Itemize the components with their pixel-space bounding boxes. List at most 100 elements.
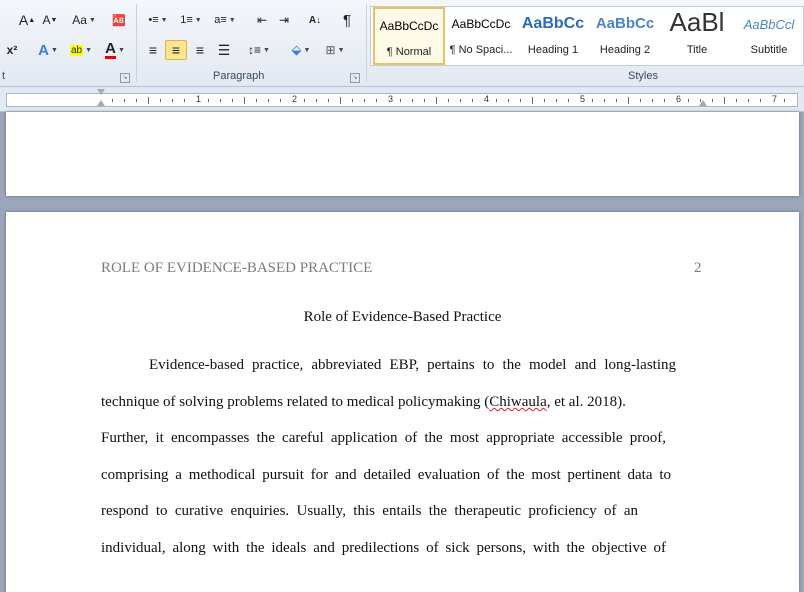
ruler-tick bbox=[616, 99, 617, 102]
numbering-button[interactable]: 1≡ ▼ bbox=[176, 10, 206, 30]
line-spacing-button[interactable]: ↕≡ ▼ bbox=[244, 40, 274, 60]
change-case-button[interactable]: Aa ▼ bbox=[70, 10, 98, 30]
clear-formatting-icon: 🆎 bbox=[112, 14, 126, 27]
font-color-icon: A bbox=[105, 39, 116, 59]
ruler-tick bbox=[520, 99, 521, 102]
ruler-tick bbox=[748, 99, 749, 102]
ruler-tick bbox=[220, 99, 221, 102]
ruler-tick bbox=[124, 99, 125, 102]
ruler-tick bbox=[652, 99, 653, 102]
ruler-tick bbox=[268, 99, 269, 102]
justify-icon: ☰ bbox=[217, 41, 231, 58]
first-line-indent-marker[interactable] bbox=[97, 89, 105, 95]
ruler-tick bbox=[160, 99, 161, 102]
ruler-tick bbox=[760, 99, 761, 102]
justify-button[interactable]: ☰ bbox=[213, 40, 235, 60]
styles-group-label: Styles bbox=[628, 70, 658, 82]
running-head: ROLE OF EVIDENCE-BASED PRACTICE bbox=[101, 260, 373, 276]
ruler-number: 6 bbox=[676, 94, 682, 104]
document-title: Role of Evidence-Based Practice bbox=[303, 309, 502, 325]
ruler-bar: 1 2 3 4 5 6 7 bbox=[0, 87, 804, 112]
ruler-tick bbox=[496, 99, 497, 102]
ruler-tick bbox=[148, 97, 149, 104]
ruler-tick bbox=[256, 99, 257, 102]
style-heading-1[interactable]: AaBbCc Heading 1 bbox=[517, 7, 589, 65]
ruler-tick bbox=[352, 99, 353, 102]
ruler-tick bbox=[280, 99, 281, 102]
ruler-tick bbox=[592, 99, 593, 102]
page-2[interactable]: ROLE OF EVIDENCE-BASED PRACTICE 2 Role o… bbox=[6, 212, 799, 592]
ruler-tick bbox=[556, 99, 557, 102]
ruler-tick bbox=[364, 99, 365, 102]
numbering-icon: 1≡ bbox=[180, 14, 193, 26]
bullets-button[interactable]: •≡ ▼ bbox=[144, 10, 172, 30]
ruler-tick bbox=[304, 99, 305, 102]
bullets-icon: •≡ bbox=[148, 14, 159, 26]
style-title[interactable]: AaBl Title bbox=[661, 7, 733, 65]
style-subtitle[interactable]: AaBbCcl Subtitle bbox=[733, 7, 804, 65]
page-1[interactable] bbox=[6, 112, 799, 196]
ruler-tick bbox=[400, 99, 401, 102]
paragraph-dialog-launcher[interactable]: ↘ bbox=[350, 73, 360, 83]
shading-icon: ⬙ bbox=[291, 42, 302, 57]
ruler-tick bbox=[208, 99, 209, 102]
align-right-button[interactable]: ≡ bbox=[189, 40, 211, 60]
body-line-3: Further, it encompasses the careful appl… bbox=[101, 430, 666, 446]
hanging-indent-marker[interactable] bbox=[97, 100, 105, 106]
multilevel-list-button[interactable]: a≡ ▼ bbox=[210, 10, 240, 30]
grow-font-button[interactable]: A ▲ bbox=[16, 10, 38, 30]
ruler-tick bbox=[640, 99, 641, 102]
sort-icon: A↓ bbox=[308, 14, 322, 26]
separator bbox=[366, 4, 367, 82]
ruler-tick bbox=[412, 99, 413, 102]
font-dialog-launcher[interactable]: ↘ bbox=[120, 73, 130, 83]
ruler-tick bbox=[568, 99, 569, 102]
show-hide-formatting-button[interactable]: ¶ bbox=[336, 10, 358, 30]
borders-icon: ⊞ bbox=[325, 43, 336, 57]
style-heading-2[interactable]: AaBbCc Heading 2 bbox=[589, 7, 661, 65]
align-left-icon: ≡ bbox=[148, 42, 158, 58]
style-normal[interactable]: AaBbCcDc ¶ Normal bbox=[373, 7, 445, 65]
ruler-tick bbox=[604, 99, 605, 102]
ruler-tick bbox=[184, 99, 185, 102]
multilevel-list-icon: a≡ bbox=[214, 14, 227, 26]
ruler-tick bbox=[472, 99, 473, 102]
shrink-font-button[interactable]: A ▼ bbox=[40, 10, 60, 30]
horizontal-ruler[interactable]: 1 2 3 4 5 6 7 bbox=[6, 89, 798, 107]
highlight-color-button[interactable]: ab ▼ bbox=[64, 40, 98, 60]
ruler-tick bbox=[376, 99, 377, 102]
align-left-button[interactable]: ≡ bbox=[142, 40, 164, 60]
ruler-number: 3 bbox=[388, 94, 394, 104]
ruler-tick bbox=[232, 99, 233, 102]
sort-button[interactable]: A↓ bbox=[304, 10, 326, 30]
highlight-icon: ab bbox=[69, 44, 84, 56]
align-center-button[interactable]: ≡ bbox=[165, 40, 187, 60]
ruler-tick bbox=[532, 97, 533, 104]
style-no-spacing[interactable]: AaBbCcDc ¶ No Spaci... bbox=[445, 7, 517, 65]
increase-indent-button[interactable]: ⇥ bbox=[274, 10, 294, 30]
ruler-tick bbox=[424, 99, 425, 102]
ruler-number: 4 bbox=[484, 94, 490, 104]
body-line-1: Evidence-based practice, abbreviated EBP… bbox=[149, 357, 676, 373]
ruler-tick bbox=[784, 99, 785, 102]
ruler-tick bbox=[172, 99, 173, 102]
ruler-number: 7 bbox=[772, 94, 778, 104]
text-effects-icon: A bbox=[38, 41, 49, 59]
superscript-button[interactable]: x² bbox=[2, 40, 22, 60]
decrease-indent-button[interactable]: ⇤ bbox=[252, 10, 272, 30]
borders-button[interactable]: ⊞ ▼ bbox=[320, 40, 350, 60]
font-color-button[interactable]: A ▼ bbox=[100, 40, 130, 60]
align-center-icon: ≡ bbox=[171, 42, 181, 58]
ruler-tick bbox=[340, 97, 341, 104]
align-right-icon: ≡ bbox=[195, 42, 205, 58]
body-line-6: individual, along with the ideals and pr… bbox=[101, 540, 666, 556]
shading-button[interactable]: ⬙ ▼ bbox=[286, 40, 316, 60]
ruler-tick bbox=[244, 97, 245, 104]
ruler-tick bbox=[544, 99, 545, 102]
body-line-5: respond to curative enquiries. Usually, … bbox=[101, 503, 638, 519]
ruler-tick bbox=[736, 99, 737, 102]
clear-formatting-button[interactable]: 🆎 bbox=[108, 10, 130, 30]
styles-gallery: AaBbCcDc ¶ Normal AaBbCcDc ¶ No Spaci...… bbox=[370, 6, 804, 66]
ruler-tick bbox=[112, 99, 113, 102]
text-effects-button[interactable]: A ▼ bbox=[34, 40, 62, 60]
